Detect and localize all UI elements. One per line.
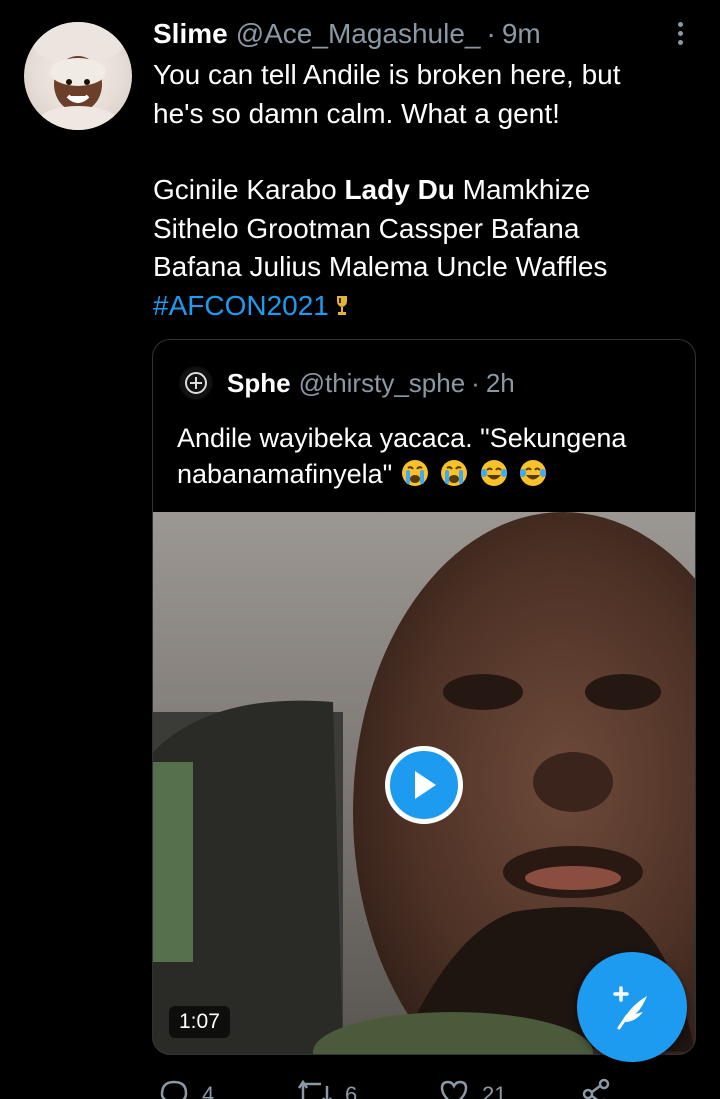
tweet-header: Slime @Ace_Magashule_ · 9m: [153, 18, 541, 54]
tweet-text-line: he's so damn calm. What a gent!: [153, 97, 560, 129]
mentions-line: Bafana Julius Malema Uncle Waffles: [153, 251, 608, 282]
quoted-separator: ·: [471, 367, 480, 398]
share-icon: [582, 1078, 610, 1099]
like-count: 21: [482, 1082, 507, 1099]
retweet-count: 6: [345, 1082, 358, 1099]
mention-text: Gcinile Karabo: [153, 174, 345, 205]
author-handle[interactable]: @Ace_Magashule_: [236, 18, 481, 50]
like-button[interactable]: 21: [438, 1078, 506, 1099]
mention-bold: Lady Du: [344, 174, 455, 205]
author-name[interactable]: Slime: [153, 18, 228, 50]
crying-face-emoji-icon: [441, 460, 468, 486]
play-icon: [415, 771, 436, 799]
quoted-author-name: Sphe: [227, 367, 291, 398]
header-separator: ·: [486, 18, 496, 49]
more-vertical-icon[interactable]: [672, 22, 688, 52]
share-button[interactable]: [580, 1078, 612, 1099]
quoted-text-line: nabanamafinyela": [177, 456, 677, 492]
quoted-text-fragment: nabanamafinyela": [177, 459, 393, 489]
quoted-tweet[interactable]: Sphe @thirsty_sphe · 2h Andile wayibeka …: [152, 339, 696, 1055]
quoted-avatar: [179, 366, 213, 400]
play-button[interactable]: [385, 746, 463, 824]
mentions-line: Gcinile Karabo Lady Du Mamkhize: [153, 171, 693, 210]
mention-text: Mamkhize: [454, 174, 591, 205]
tweet-actions: 4 6 21: [152, 1078, 622, 1099]
author-avatar[interactable]: [24, 22, 132, 130]
heart-icon: [440, 1080, 468, 1099]
avatar-image: [32, 22, 124, 130]
quoted-header: Sphe @thirsty_sphe · 2h: [179, 366, 515, 400]
reply-button[interactable]: 4: [158, 1078, 214, 1099]
retweet-button[interactable]: 6: [297, 1078, 357, 1099]
hashtag-link[interactable]: #AFCON2021: [153, 290, 329, 321]
tweet-body: You can tell Andile is broken here, but …: [153, 56, 693, 325]
compose-tweet-button[interactable]: [577, 952, 687, 1062]
retweet-icon: [297, 1079, 333, 1099]
reply-count: 4: [202, 1082, 215, 1099]
trophy-icon: [336, 295, 347, 315]
tweet-detail-screen: Slime @Ace_Magashule_ · 9m You can tell …: [0, 0, 720, 1099]
quoted-body: Andile wayibeka yacaca. "Sekungena naban…: [177, 420, 677, 492]
quoted-author-handle: @thirsty_sphe: [298, 367, 466, 398]
crying-face-emoji-icon: [401, 460, 428, 486]
quoted-time: 2h: [485, 367, 515, 398]
tweet-time: 9m: [501, 18, 541, 49]
quoted-text-line: Andile wayibeka yacaca. "Sekungena: [177, 423, 627, 453]
reply-icon: [160, 1080, 188, 1099]
tears-of-joy-emoji-icon: [480, 460, 507, 486]
hashtag-line: #AFCON2021: [153, 287, 693, 326]
mentions-line: Sithelo Grootman Cassper Bafana: [153, 212, 580, 244]
tears-of-joy-emoji-icon: [520, 460, 547, 486]
tweet-text-line: You can tell Andile is broken here, but: [153, 59, 621, 90]
compose-tweet-icon: [613, 986, 647, 1030]
video-duration-badge: 1:07: [169, 1006, 230, 1038]
